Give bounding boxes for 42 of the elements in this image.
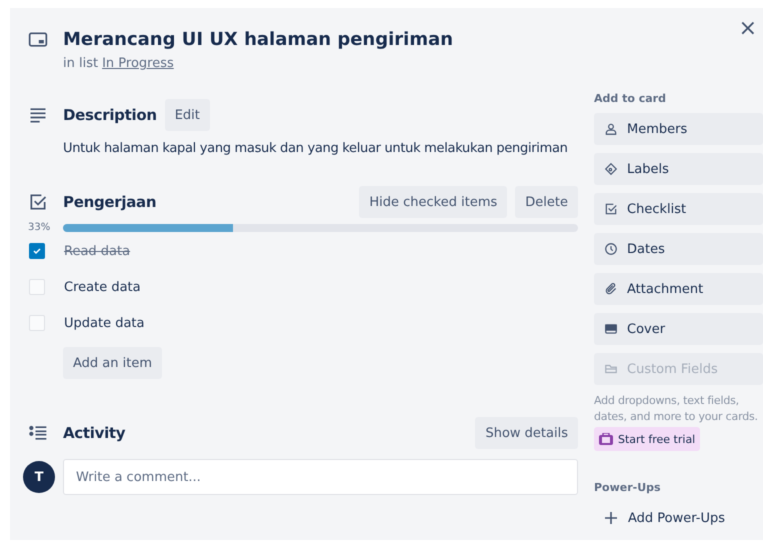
section-heading: Description	[63, 106, 157, 124]
person-icon	[604, 122, 618, 136]
upsell-text: Add dropdowns, text fields, dates, and more to your cards.	[594, 393, 759, 425]
tag-icon	[604, 162, 618, 176]
section-heading: Activity	[63, 424, 126, 442]
checklist-item: Read data	[64, 244, 130, 258]
list-label: in list	[63, 56, 98, 71]
checklist-item: Update data	[64, 316, 144, 330]
add-power-ups-button[interactable]: Add Power-Ups	[594, 502, 763, 534]
clock-icon	[604, 242, 618, 256]
sidebar-heading: Add to card	[594, 92, 667, 105]
checkbox-icon	[28, 192, 48, 212]
briefcase-icon	[599, 433, 613, 445]
edit-button[interactable]: Edit	[164, 99, 210, 131]
sidebar-button[interactable]: Labels	[594, 153, 763, 185]
card-icon	[604, 322, 618, 336]
delete-button[interactable]: Delete	[515, 186, 578, 218]
sidebar-button[interactable]: Attachment	[594, 273, 763, 305]
comment-field[interactable]: Write a comment...	[63, 459, 578, 495]
checkbox-icon	[604, 202, 618, 216]
add-item-button[interactable]: Add an item	[63, 347, 162, 379]
list-link[interactable]: In Progress	[102, 56, 174, 71]
hide-checked-button[interactable]: Hide checked items	[359, 186, 508, 218]
checkmark-icon	[32, 246, 42, 256]
sidebar-button[interactable]: Members	[594, 113, 763, 145]
checklist-item: Create data	[64, 280, 141, 294]
sidebar-button[interactable]: Checklist	[594, 193, 763, 225]
start-trial-button[interactable]: Start free trial	[594, 427, 700, 451]
sidebar-button[interactable]: Dates	[594, 233, 763, 265]
section-heading: Pengerjaan	[63, 193, 158, 211]
progress-percent: 33%	[28, 222, 51, 233]
plus-icon	[604, 511, 618, 525]
avatar: T	[23, 461, 55, 493]
card-title: Merancang UI UX halaman pengiriman	[63, 28, 454, 52]
sidebar-button[interactable]: Cover	[594, 313, 763, 345]
sidebar-heading: Power-Ups	[594, 481, 662, 494]
description-text: Untuk halaman kapal yang masuk dan yang keluar untuk melakukan pengiriman	[63, 141, 569, 156]
paperclip-icon	[604, 282, 618, 296]
folder-icon	[604, 362, 618, 376]
close-button[interactable]: ×	[732, 18, 763, 40]
show-details-button[interactable]: Show details	[475, 417, 578, 449]
checkbox[interactable]	[29, 243, 45, 259]
